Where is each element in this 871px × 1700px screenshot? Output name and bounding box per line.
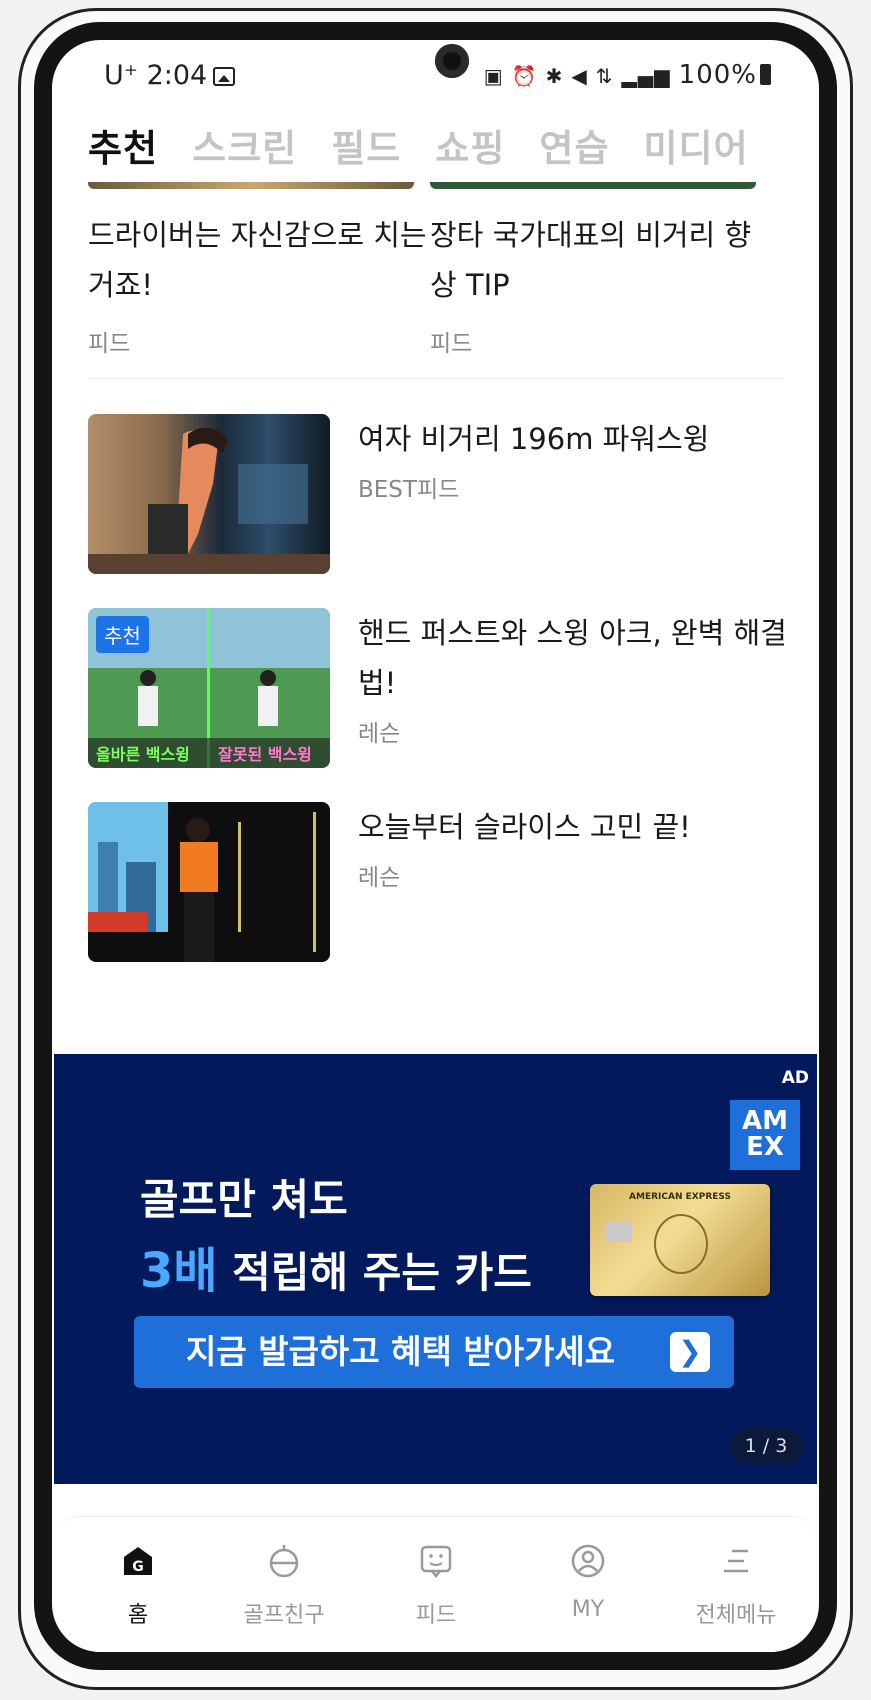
list-item-category: 레슨 — [358, 865, 401, 891]
list-item-info: 핸드 퍼스트와 스윙 아크, 완벽 해결법! 레슨 — [358, 608, 788, 748]
list-item[interactable]: 오늘부터 슬라이스 고민 끝! 레슨 — [88, 802, 788, 962]
image-icon — [213, 67, 236, 86]
tab-shopping[interactable]: 쇼핑 — [435, 118, 505, 178]
home-icon: G — [120, 1543, 156, 1579]
card-thumbnail-edge[interactable] — [430, 182, 756, 189]
nav-all-menu-label: 전체메뉴 — [695, 1603, 777, 1628]
brand-logo-bottom: EX — [746, 1132, 784, 1162]
menu-icon — [718, 1543, 754, 1579]
lock-icon: ▣ — [483, 64, 504, 88]
nav-home[interactable]: G 홈 — [68, 1517, 208, 1629]
status-left: U⁺ 2:04 — [104, 60, 236, 91]
ad-headline-rest: 적립해 주는 카드 — [217, 1248, 532, 1297]
camera-hole — [435, 44, 469, 78]
thumbnail-art — [88, 427, 330, 574]
recommend-badge: 추천 — [96, 616, 149, 653]
feed-card[interactable]: 장타 국가대표의 비거리 향상 TIP 피드 — [430, 210, 770, 358]
signal-icon: ▂▄▆ — [621, 64, 671, 88]
tab-recommend[interactable]: 추천 — [88, 118, 158, 178]
golf-friend-icon — [266, 1543, 302, 1579]
feed-icon — [418, 1543, 454, 1579]
battery-icon — [760, 64, 771, 85]
list-item-title: 여자 비거리 196m 파워스윙 — [358, 422, 710, 456]
alarm-icon: ⏰ — [511, 64, 538, 88]
list-item[interactable]: 여자 비거리 196m 파워스윙 BEST피드 — [88, 414, 788, 574]
list-item-category: BEST피드 — [358, 477, 460, 503]
ad-banner[interactable]: AD AM EX 골프만 쳐도 3배 적립해 주는 카드 AMERICAN EX… — [54, 1054, 817, 1484]
profile-icon — [570, 1543, 606, 1579]
thumb-label-correct: 올바른 백스윙 — [96, 745, 190, 764]
bluetooth-icon: ✱ — [545, 64, 564, 88]
tab-media[interactable]: 미디어 — [644, 118, 749, 178]
list-item-info: 여자 비거리 196m 파워스윙 BEST피드 — [358, 414, 788, 504]
nav-my[interactable]: MY — [518, 1517, 658, 1622]
card-category: 피드 — [430, 331, 473, 357]
card-chip — [606, 1222, 632, 1242]
list-item-category: 레슨 — [358, 721, 401, 747]
nav-my-label: MY — [571, 1597, 605, 1622]
brand-logo-top: AM — [742, 1106, 788, 1136]
mute-icon: ◀ — [571, 64, 588, 88]
list-item-info: 오늘부터 슬라이스 고민 끝! 레슨 — [358, 802, 788, 892]
list-item-title: 오늘부터 슬라이스 고민 끝! — [358, 810, 691, 844]
thumbnail-art — [88, 802, 316, 962]
credit-card-image: AMERICAN EXPRESS — [590, 1184, 770, 1296]
ad-highlight: 3배 — [140, 1243, 218, 1299]
tab-practice[interactable]: 연습 — [539, 118, 609, 178]
nav-golf-friend-label: 골프친구 — [243, 1603, 325, 1628]
screen: U⁺ 2:04 ▣ ⏰ ✱ ◀ ⇅ ▂▄▆ 100% 추천 스크린 필드 쇼핑 연습 미디어… — [54, 42, 817, 1652]
status-right: ▣ ⏰ ✱ ◀ ⇅ ▂▄▆ 100% — [484, 60, 771, 90]
ad-cta-button[interactable]: 지금 발급하고 혜택 받아가세요 ❯ — [134, 1316, 734, 1388]
category-tabs: 추천 스크린 필드 쇼핑 연습 미디어 — [88, 118, 749, 178]
list-item[interactable]: 올바른 백스윙 잘못된 백스윙 추천 핸드 퍼스트와 스윙 아크, 완벽 해결법… — [88, 608, 788, 768]
status-bar: U⁺ 2:04 ▣ ⏰ ✱ ◀ ⇅ ▂▄▆ 100% — [54, 42, 817, 106]
card-portrait — [654, 1214, 708, 1274]
list-item-title: 핸드 퍼스트와 스윙 아크, 완벽 해결법! — [358, 616, 787, 700]
feed-card[interactable]: 드라이버는 자신감으로 치는거죠! 피드 — [88, 210, 428, 358]
ad-headline: 골프만 쳐도 — [140, 1175, 348, 1224]
card-category: 피드 — [88, 331, 131, 357]
video-thumbnail: 올바른 백스윙 잘못된 백스윙 추천 — [88, 608, 330, 768]
ad-headline-2: 3배 적립해 주는 카드 — [140, 1231, 532, 1301]
card-brand-text: AMERICAN EXPRESS — [629, 1192, 731, 1202]
nav-home-label: 홈 — [127, 1603, 149, 1628]
chevron-right-icon: ❯ — [670, 1332, 710, 1372]
divider — [88, 378, 784, 379]
card-title: 드라이버는 자신감으로 치는거죠! — [88, 218, 427, 302]
nav-golf-friend[interactable]: 골프친구 — [214, 1517, 354, 1629]
tab-screen[interactable]: 스크린 — [192, 118, 297, 178]
tab-field[interactable]: 필드 — [331, 118, 401, 178]
bottom-nav: G 홈 골프친구 피드 MY 전체메뉴 — [54, 1516, 817, 1652]
video-thumbnail — [88, 802, 330, 962]
nav-feed[interactable]: 피드 — [366, 1517, 506, 1629]
cta-label: 지금 발급하고 혜택 받아가세요 — [186, 1332, 616, 1371]
battery-text: 100% — [678, 60, 757, 90]
thumb-label-wrong: 잘못된 백스윙 — [218, 745, 312, 764]
nav-all-menu[interactable]: 전체메뉴 — [666, 1517, 806, 1629]
card-title: 장타 국가대표의 비거리 향상 TIP — [430, 218, 752, 302]
svg-text:G: G — [132, 1559, 144, 1575]
5g-icon: ⇅ — [595, 64, 614, 88]
ad-label: AD — [781, 1068, 809, 1088]
amex-logo: AM EX — [730, 1100, 800, 1170]
nav-feed-label: 피드 — [415, 1603, 457, 1628]
carrier-time: U⁺ 2:04 — [104, 60, 208, 91]
ad-pager: 1 / 3 — [729, 1428, 803, 1464]
card-thumbnail-edge[interactable] — [88, 182, 414, 189]
video-thumbnail — [88, 414, 330, 574]
